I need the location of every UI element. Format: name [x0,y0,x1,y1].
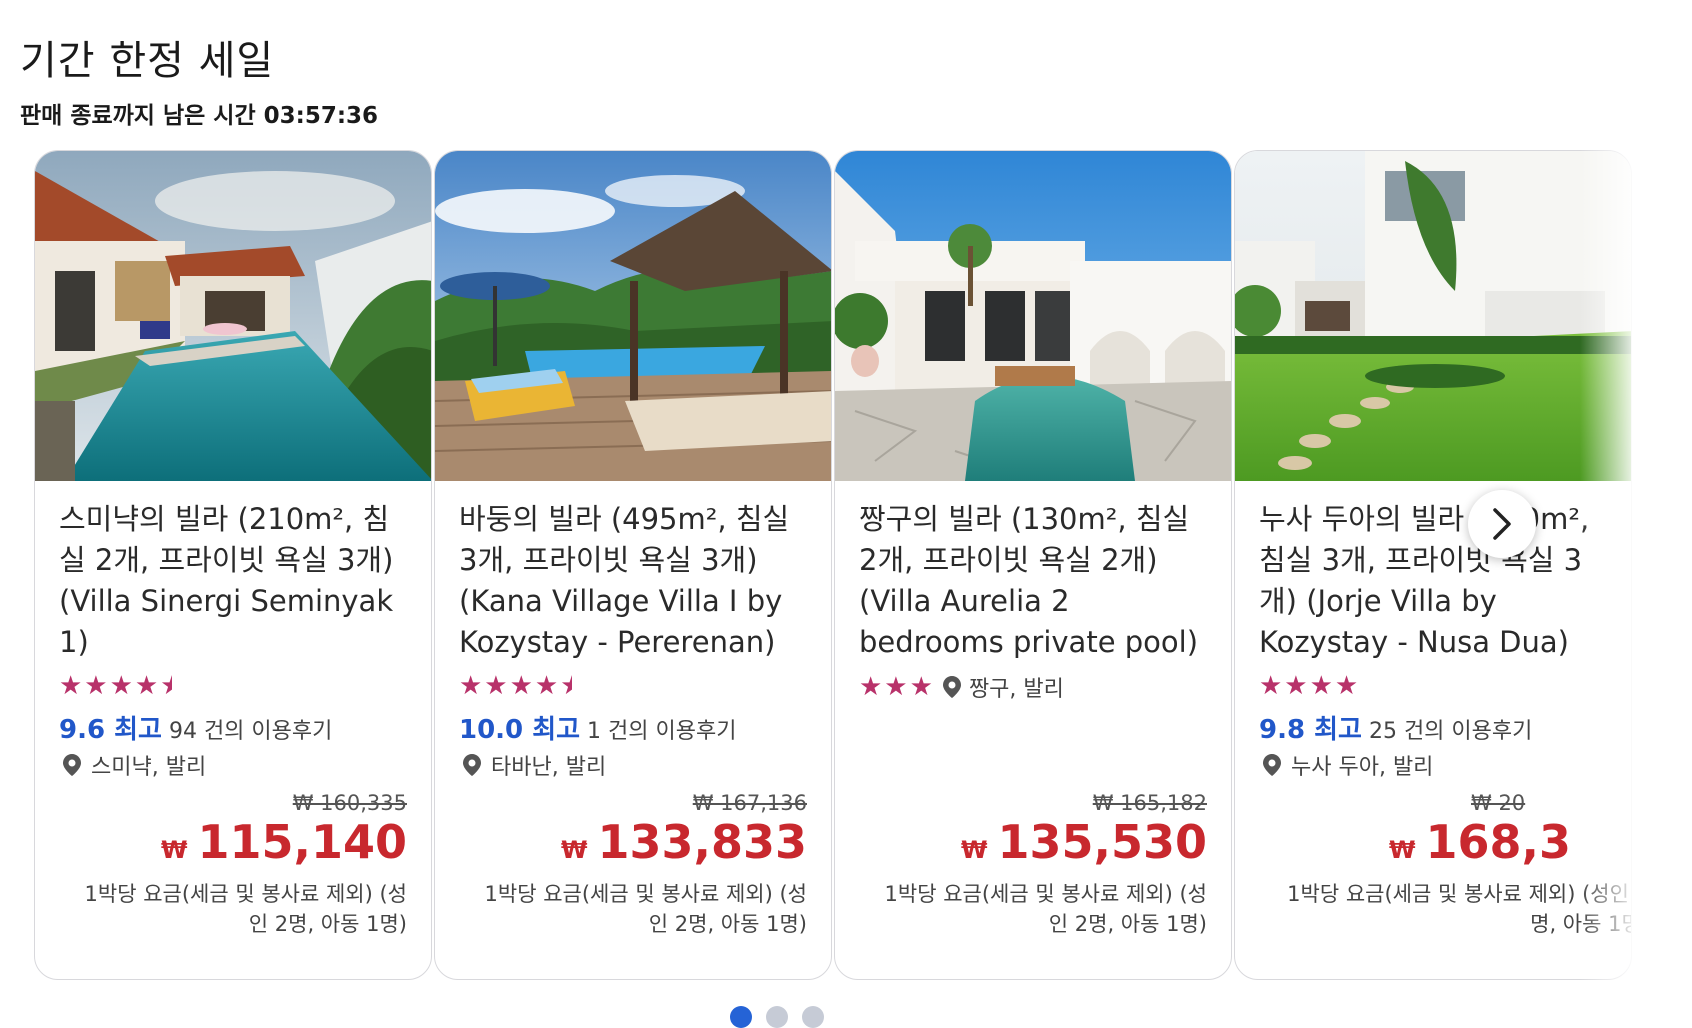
price-note: 1박당 요금(세금 및 봉사료 제외) (성인 2명, 아동 1명) [84,882,407,936]
hotel-card[interactable]: 바둥의 빌라 (495m², 침실 3개, 프라이빗 욕실 3개) (Kana … [434,150,832,980]
location-text: 짱구, 발리 [968,677,1064,702]
original-price: ₩ 20 [1471,791,1526,815]
sale-price: ₩ 135,530 [961,815,1207,869]
review-count: 25 건의 이용후기 [1368,719,1533,744]
price-value: 168,3 [1425,815,1571,869]
pagination-dot-1[interactable] [730,1006,752,1028]
price-value: 135,530 [997,815,1207,869]
carousel-next-button[interactable] [1468,490,1536,558]
hotel-name[interactable]: 바둥의 빌라 (495m², 침실 3개, 프라이빗 욕실 3개) (Kana … [459,499,814,663]
hotel-name[interactable]: 짱구의 빌라 (130m², 침실 2개, 프라이빗 욕실 2개) (Villa… [859,499,1214,663]
sale-price: ₩ 133,833 [561,815,807,869]
currency-symbol: ₩ [1389,836,1416,864]
star-half-icon: ★ [560,671,572,701]
location-text: 누사 두아, 발리 [1291,755,1434,780]
review-rating: 9.6 최고 94 건의 이용후기 [59,709,332,746]
currency-symbol: ₩ [961,836,988,864]
star-icon: ★★★★ [1259,671,1361,701]
star-half-icon: ★ [160,671,172,701]
sale-price: ₩ 168,3 [1389,815,1571,869]
hotel-name[interactable]: 스미냑의 빌라 (210m², 침실 2개, 프라이빗 욕실 3개) (Vill… [59,499,414,663]
hotel-photo[interactable] [35,151,431,481]
countdown-timer: 판매 종료까지 남은 시간 03:57:36 [20,103,379,129]
hotel-location: 누사 두아, 발리 [1263,749,1433,781]
price-note: 1박당 요금(세금 및 봉사료 제외) (성인 2명, 아동 1명) [884,882,1207,936]
hotel-card[interactable]: 스미냑의 빌라 (210m², 침실 2개, 프라이빗 욕실 3개) (Vill… [34,150,432,980]
review-count: 94 건의 이용후기 [168,719,333,744]
chevron-right-icon [1493,508,1511,540]
price-note: 1박당 요금(세금 및 봉사료 제외) (성인 2명, 아동 1명) [1287,882,1631,936]
currency-symbol: ₩ [161,836,188,864]
star-icon: ★★★ [859,672,935,702]
hotel-photo[interactable] [435,151,831,481]
location-pin-icon [1263,754,1281,776]
hotel-card[interactable]: 누사 두아의 빌라 (150m², 침실 3개, 프라이빗 욕실 3개) (Jo… [1234,150,1632,980]
review-score: 9.6 최고 [59,715,162,745]
hotel-photo[interactable] [835,151,1231,481]
location-pin-icon [942,676,961,698]
star-icon: ★★★★ [459,671,561,701]
price-note: 1박당 요금(세금 및 봉사료 제외) (성인 2명, 아동 1명) [484,882,807,936]
star-icon: ★★★★ [59,671,161,701]
original-price: ₩ 160,335 [292,791,407,815]
star-rating: ★★★★★ [459,671,572,701]
original-price: ₩ 167,136 [692,791,807,815]
pagination-dot-2[interactable] [766,1006,788,1028]
price-value: 133,833 [597,815,807,869]
star-rating: ★★★★ [1259,671,1360,701]
sale-title: 기간 한정 세일 [20,38,275,84]
hotel-location: 스미냑, 발리 [63,749,206,781]
location-text: 스미냑, 발리 [91,755,207,780]
original-price: ₩ 165,182 [1092,791,1207,815]
review-rating: 9.8 최고 25 건의 이용후기 [1259,709,1532,746]
review-rating: 10.0 최고 1 건의 이용후기 [459,709,736,746]
carousel-pagination [730,1006,824,1028]
location-pin-icon [463,754,481,776]
location-text: 타바난, 발리 [491,755,607,780]
currency-symbol: ₩ [561,836,588,864]
hotel-name[interactable]: 누사 두아의 빌라 (150m², 침실 3개, 프라이빗 욕실 3개) (Jo… [1259,499,1614,663]
deals-carousel: 스미냑의 빌라 (210m², 침실 2개, 프라이빗 욕실 3개) (Vill… [0,148,1650,988]
star-rating: ★★★★★ [59,671,172,701]
pagination-dot-3[interactable] [802,1006,824,1028]
sale-price: ₩ 115,140 [161,815,407,869]
hotel-card[interactable]: 짱구의 빌라 (130m², 침실 2개, 프라이빗 욕실 2개) (Villa… [834,150,1232,980]
hotel-location: 타바난, 발리 [463,749,606,781]
review-score: 10.0 최고 [459,715,581,745]
location-pin-icon [63,754,81,776]
review-count: 1 건의 이용후기 [587,719,737,744]
hotel-photo[interactable] [1235,151,1631,481]
star-location-row: ★★★ 짱구, 발리 [859,671,1064,703]
price-value: 115,140 [197,815,407,869]
review-score: 9.8 최고 [1259,715,1362,745]
